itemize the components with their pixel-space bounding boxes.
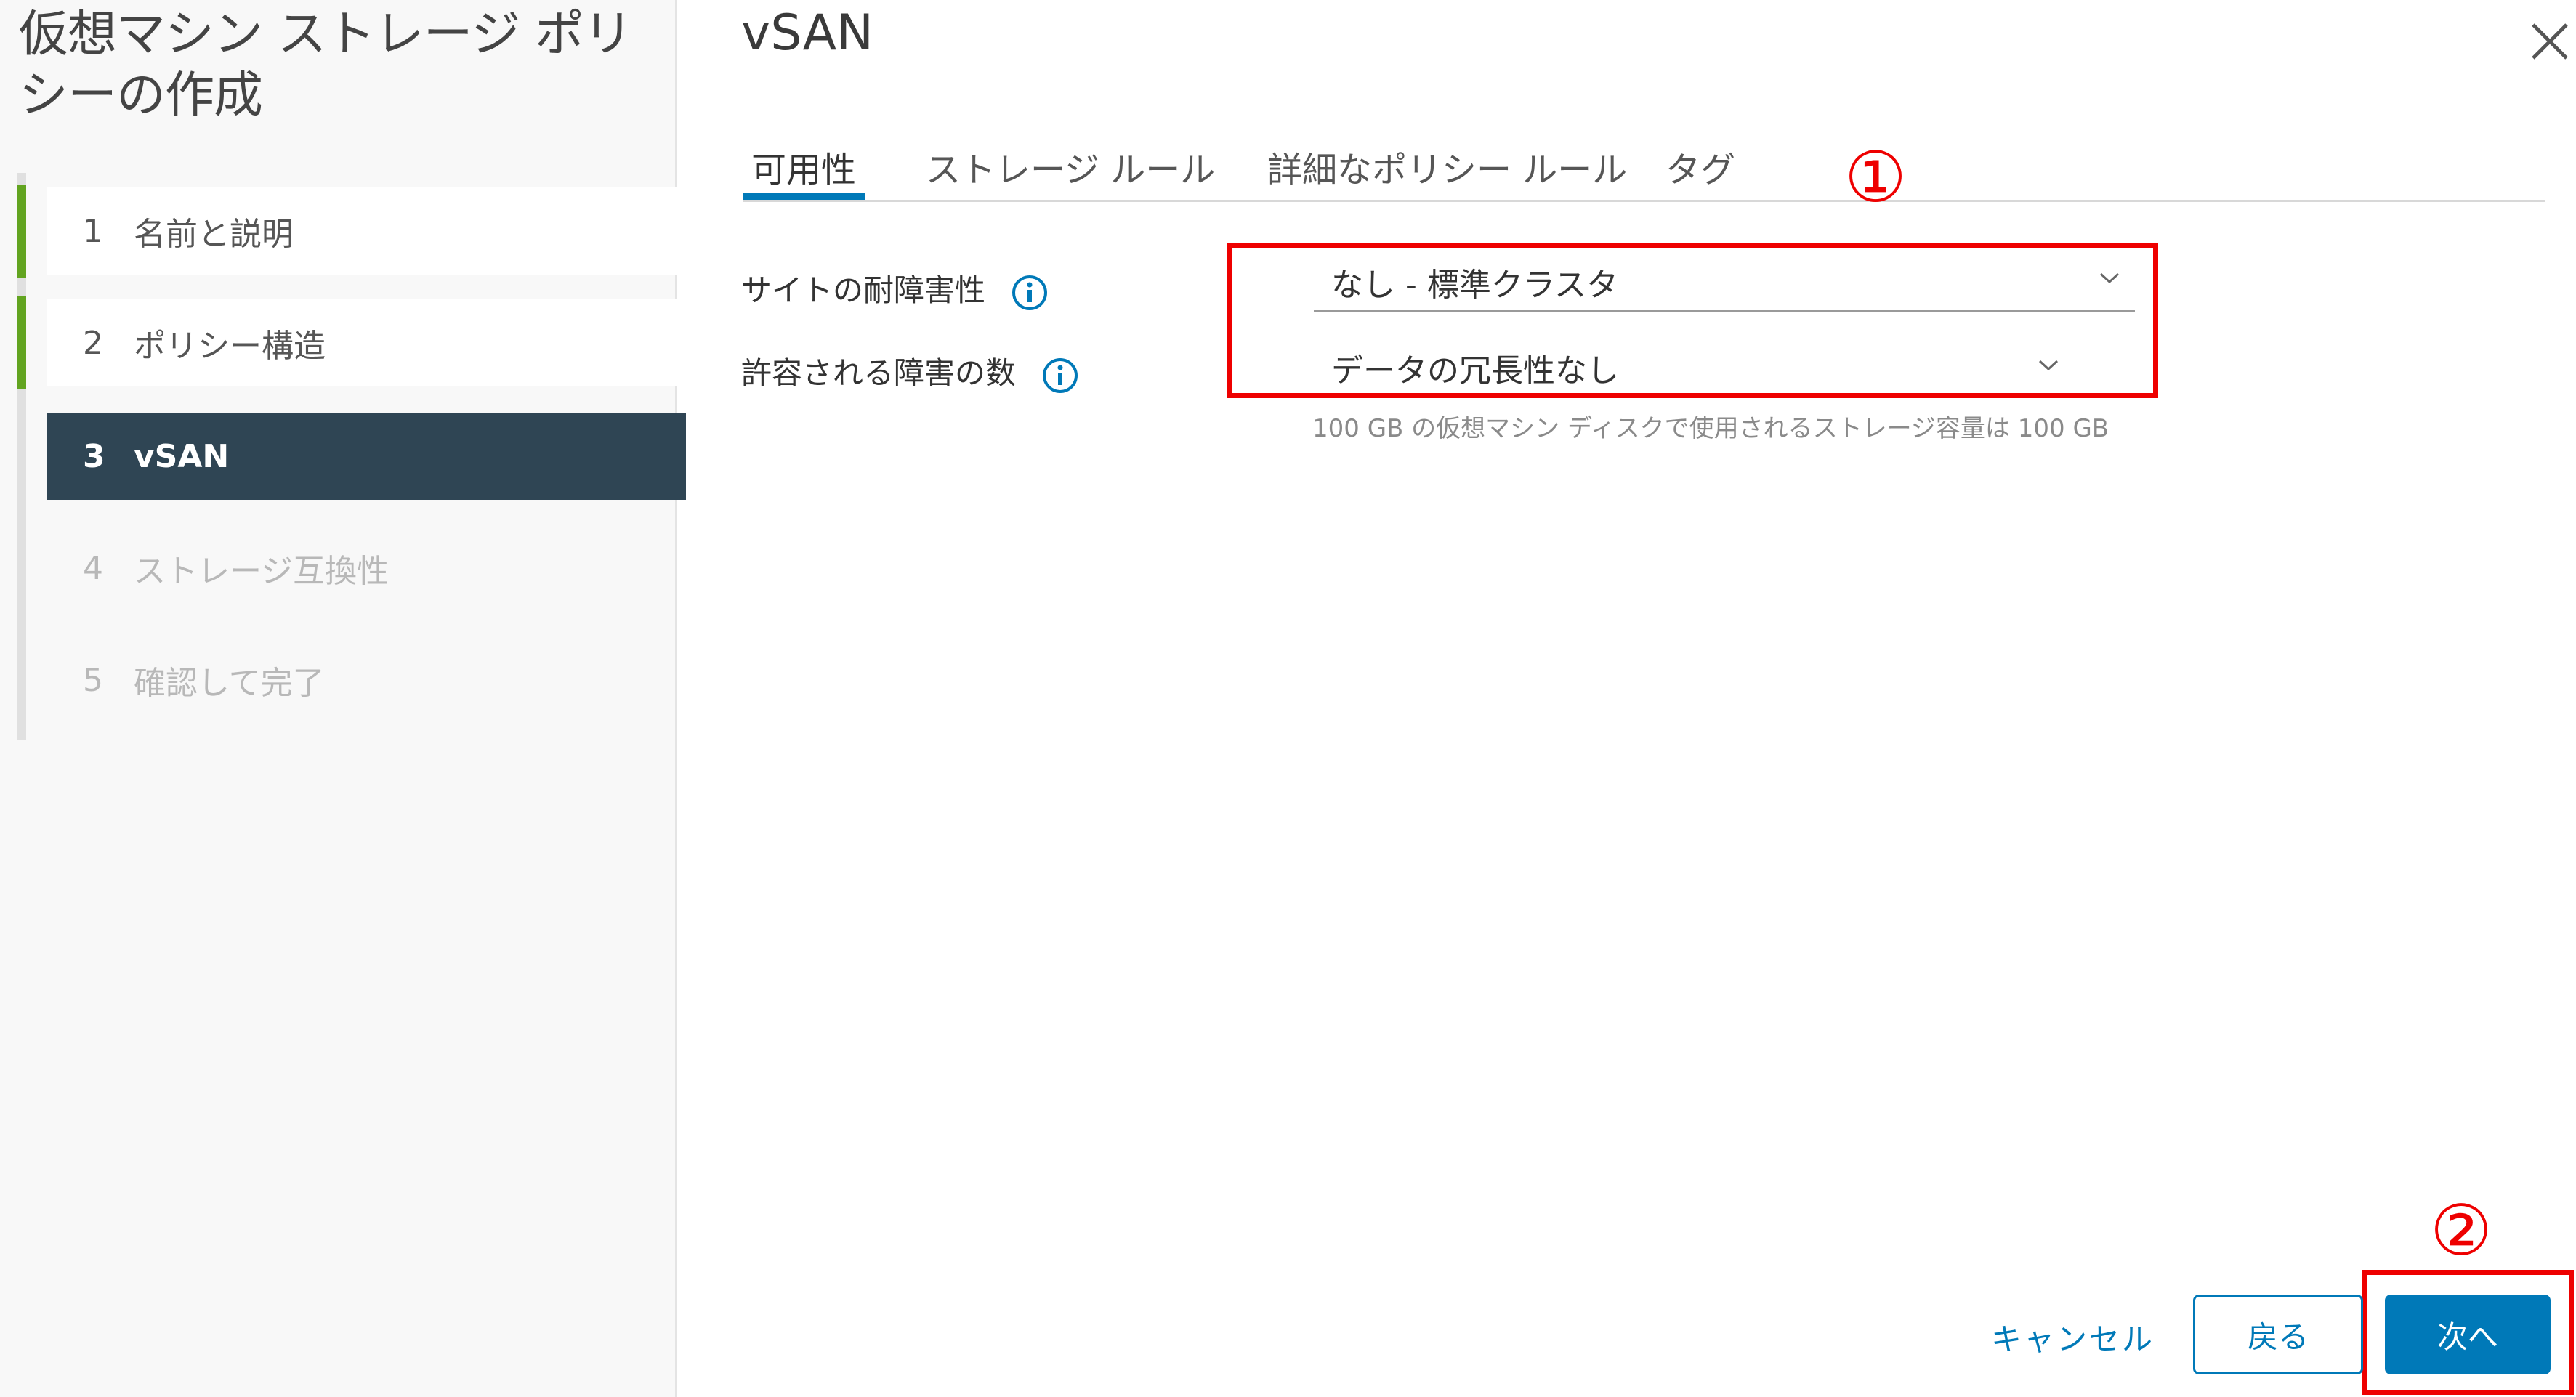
step-3-vsan[interactable]: 3 vSAN — [47, 413, 686, 500]
step-number: 3 — [83, 437, 105, 475]
step-label: ポリシー構造 — [134, 328, 326, 365]
site-fault-tolerance-label: サイトの耐障害性 — [741, 266, 1049, 312]
failures-to-tolerate-select[interactable]: データの冗長性なし — [1314, 331, 2074, 398]
annotation-marker-2: ② — [2430, 1190, 2493, 1271]
next-button[interactable]: 次へ — [2385, 1295, 2551, 1374]
step-label: 確認して完了 — [134, 665, 325, 702]
step-number: 1 — [83, 212, 103, 250]
step-label: vSAN — [134, 437, 230, 475]
info-icon[interactable] — [1041, 357, 1079, 394]
step-2-policy-structure[interactable]: 2 ポリシー構造 — [17, 296, 686, 389]
info-icon[interactable] — [1011, 274, 1049, 312]
failures-to-tolerate-label: 許容される障害の数 — [741, 349, 1079, 394]
tab-storage-rules[interactable]: ストレージ ルール — [917, 131, 1224, 200]
step-label: ストレージ互換性 — [134, 553, 389, 590]
close-icon — [2532, 23, 2568, 60]
tab-availability[interactable]: 可用性 — [743, 131, 865, 200]
step-number: 5 — [83, 661, 103, 699]
close-button[interactable] — [2517, 9, 2576, 74]
site-fault-tolerance-text: サイトの耐障害性 — [741, 272, 986, 308]
wizard-steps: 1 名前と説明 2 ポリシー構造 3 vSAN 4 ストレージ互換性 5 確認し… — [17, 173, 686, 740]
failures-to-tolerate-value: データの冗長性なし — [1331, 352, 1619, 389]
wizard-title: 仮想マシン ストレージ ポリシーの作成 — [19, 6, 633, 124]
cancel-button[interactable]: キャンセル — [1991, 1315, 2155, 1359]
step-1-name-description[interactable]: 1 名前と説明 — [17, 185, 686, 278]
tab-tags[interactable]: タグ — [1657, 131, 1744, 200]
site-fault-tolerance-value: なし - 標準クラスタ — [1331, 267, 1618, 304]
site-fault-tolerance-select[interactable]: なし - 標準クラスタ — [1314, 246, 2135, 312]
step-number: 4 — [83, 549, 103, 587]
back-button[interactable]: 戻る — [2193, 1295, 2363, 1374]
step-number: 2 — [83, 324, 103, 362]
tab-advanced-policy-rules[interactable]: 詳細なポリシー ルール — [1259, 131, 1636, 200]
failures-to-tolerate-text: 許容される障害の数 — [741, 355, 1017, 391]
chevron-down-icon — [2099, 272, 2120, 284]
storage-consumption-hint: 100 GB の仮想マシン ディスクで使用されるストレージ容量は 100 GB — [1312, 414, 2109, 443]
annotation-marker-1: ① — [1844, 137, 1907, 218]
step-5-review-finish: 5 確認して完了 — [47, 636, 686, 724]
step-label: 名前と説明 — [134, 216, 294, 253]
wizard-sidebar: 仮想マシン ストレージ ポリシーの作成 1 名前と説明 2 ポリシー構造 3 v… — [0, 0, 686, 1397]
page-title: vSAN — [741, 4, 874, 62]
chevron-down-icon — [2038, 360, 2059, 371]
step-4-storage-compatibility: 4 ストレージ互換性 — [47, 525, 686, 612]
tab-bar: 可用性 ストレージ ルール 詳細なポリシー ルール タグ — [743, 131, 2545, 202]
